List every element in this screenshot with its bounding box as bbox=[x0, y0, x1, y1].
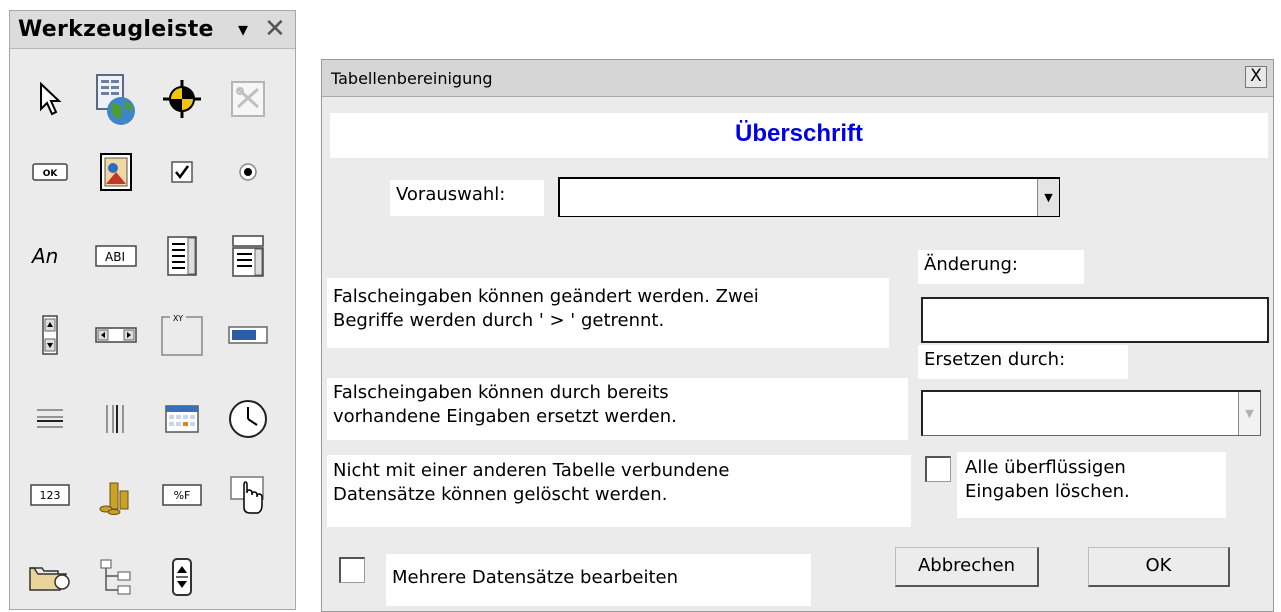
text-change-hint: Falscheingaben können geändert werden. Z… bbox=[327, 278, 889, 348]
label-field-icon[interactable]: An bbox=[22, 228, 78, 284]
chevron-down-icon[interactable]: ▼ bbox=[1238, 392, 1260, 435]
delete-unused-checkbox[interactable] bbox=[925, 456, 951, 482]
text-box-icon[interactable]: ABI bbox=[88, 228, 144, 284]
combo-box-icon[interactable] bbox=[220, 228, 276, 284]
toolbar-title: Werkzeugleiste bbox=[18, 17, 214, 42]
text-replace-hint: Falscheingaben können durch bereits vorh… bbox=[327, 378, 908, 440]
text-delete-hint-line2: Datensätze können gelöscht werden. bbox=[333, 484, 668, 505]
spin-button-icon[interactable] bbox=[22, 307, 78, 363]
time-field-icon[interactable] bbox=[220, 391, 276, 447]
ok-button[interactable]: OK bbox=[1088, 547, 1230, 587]
toolbar-menu-icon[interactable]: ▾ bbox=[238, 17, 248, 41]
dialog-title: Tabellenbereinigung bbox=[331, 69, 493, 88]
text-change-hint-line1: Falscheingaben können geändert werden. Z… bbox=[333, 286, 759, 307]
text-replace-hint-line2: vorhandene Eingaben ersetzt werden. bbox=[333, 406, 677, 427]
text-delete-hint-line1: Nicht mit einer anderen Tabelle verbunde… bbox=[333, 460, 730, 481]
delete-unused-label-line1: Alle überflüssigen bbox=[965, 457, 1126, 478]
tree-control-icon[interactable] bbox=[88, 549, 144, 605]
list-box-icon[interactable] bbox=[154, 228, 210, 284]
ersetzen-dropdown[interactable]: ▼ bbox=[921, 390, 1261, 436]
toolbar-panel: Werkzeugleiste ▾ ✕ OK An ABI XY 123 %F bbox=[9, 10, 296, 610]
text-box-icon-text: ABI bbox=[105, 250, 125, 264]
text-change-hint-line2: Begriffe werden durch ' > ' getrennt. bbox=[333, 310, 665, 331]
toolbar-close-icon[interactable]: ✕ bbox=[264, 14, 286, 44]
group-box-icon[interactable]: XY bbox=[154, 307, 210, 363]
checkbox-icon[interactable] bbox=[154, 144, 210, 200]
vertical-line-icon[interactable] bbox=[88, 391, 144, 447]
heading-bar: Überschrift bbox=[330, 113, 1268, 158]
ersetzen-label: Ersetzen durch: bbox=[918, 345, 1128, 379]
delete-unused-label: Alle überflüssigen Eingaben löschen. bbox=[957, 452, 1226, 518]
aenderung-input[interactable] bbox=[921, 297, 1269, 343]
horizontal-line-icon[interactable] bbox=[22, 391, 78, 447]
dialog-close-icon[interactable]: X bbox=[1245, 66, 1267, 88]
file-selection-icon[interactable] bbox=[22, 549, 78, 605]
image-control-icon[interactable] bbox=[220, 467, 276, 523]
aenderung-label: Änderung: bbox=[918, 250, 1084, 284]
progress-bar-icon[interactable] bbox=[220, 307, 276, 363]
currency-field-icon[interactable] bbox=[88, 467, 144, 523]
formatted-field-icon[interactable]: %F bbox=[154, 467, 210, 523]
table-cleanup-dialog: Tabellenbereinigung X Überschrift Voraus… bbox=[321, 59, 1274, 612]
numeric-field-icon[interactable]: 123 bbox=[22, 467, 78, 523]
dialog-heading: Überschrift bbox=[734, 120, 864, 147]
group-box-icon-text: XY bbox=[173, 314, 183, 323]
design-mode-icon[interactable] bbox=[220, 71, 276, 127]
vorauswahl-label: Vorauswahl: bbox=[390, 180, 544, 216]
delete-unused-label-line2: Eingaben löschen. bbox=[965, 481, 1130, 502]
text-delete-hint: Nicht mit einer anderen Tabelle verbunde… bbox=[327, 455, 911, 527]
chevron-down-icon[interactable]: ▼ bbox=[1037, 179, 1059, 216]
dialog-title-bar[interactable]: Tabellenbereinigung X bbox=[322, 60, 1273, 97]
toolbar-title-bar[interactable]: Werkzeugleiste ▾ ✕ bbox=[10, 11, 295, 49]
scrollbar-icon[interactable] bbox=[88, 307, 144, 363]
push-button-icon-text: OK bbox=[43, 169, 59, 179]
option-button-icon[interactable] bbox=[220, 144, 276, 200]
date-field-icon[interactable] bbox=[154, 391, 210, 447]
image-button-icon[interactable] bbox=[88, 144, 144, 200]
form-navigator-icon[interactable] bbox=[88, 71, 144, 127]
vorauswahl-dropdown[interactable]: ▼ bbox=[558, 177, 1060, 217]
multi-edit-checkbox[interactable] bbox=[339, 557, 365, 583]
form-design-icon[interactable] bbox=[154, 71, 210, 127]
numeric-field-icon-text: 123 bbox=[40, 489, 61, 502]
navigation-bar-icon[interactable] bbox=[154, 549, 210, 605]
label-field-icon-text: An bbox=[30, 244, 58, 268]
select-pointer-icon[interactable] bbox=[22, 71, 78, 127]
multi-edit-label: Mehrere Datensätze bearbeiten bbox=[386, 554, 811, 606]
text-replace-hint-line1: Falscheingaben können durch bereits bbox=[333, 382, 669, 403]
push-button-icon[interactable]: OK bbox=[22, 144, 78, 200]
cancel-button[interactable]: Abbrechen bbox=[895, 547, 1039, 587]
formatted-field-icon-text: %F bbox=[174, 489, 191, 502]
